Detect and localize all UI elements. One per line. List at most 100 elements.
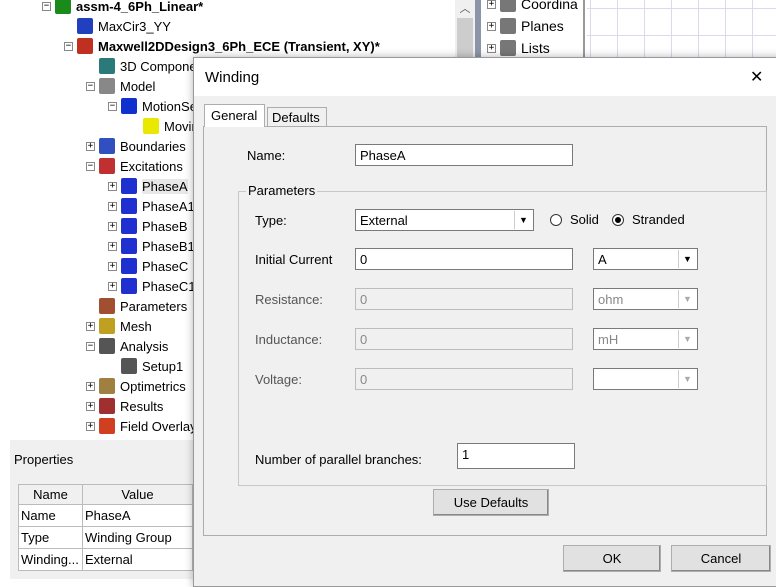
tree-node-icon — [99, 378, 115, 394]
voltage-label: Voltage: — [255, 372, 302, 387]
chevron-down-icon[interactable]: ▼ — [678, 250, 696, 268]
solid-radio[interactable] — [550, 214, 562, 226]
tree-item-label: PhaseB1 — [142, 238, 195, 254]
expand-icon[interactable]: + — [487, 21, 496, 31]
tab-defaults[interactable]: Defaults — [267, 107, 327, 127]
tab-general[interactable]: General — [204, 104, 265, 127]
tree-item[interactable]: + PhaseB — [108, 216, 188, 236]
tree-node-icon — [121, 358, 137, 374]
tree-item[interactable]: + Field Overlays — [86, 416, 203, 436]
tree-item[interactable]: − Maxwell2DDesign3_6Ph_ECE (Transient, XY… — [64, 36, 380, 56]
history-tree-item[interactable]: + Planes — [487, 16, 564, 36]
branches-input[interactable]: 1 — [457, 443, 575, 469]
voltage-input: 0 — [355, 368, 573, 390]
expand-icon[interactable]: + — [86, 321, 95, 331]
unit-value: mH — [598, 332, 619, 347]
initial-current-unit-select[interactable]: A ▼ — [593, 248, 698, 270]
tree-item[interactable]: + PhaseA — [108, 176, 188, 196]
collapse-icon[interactable]: − — [42, 1, 51, 11]
expand-icon[interactable]: + — [86, 141, 95, 151]
tree-item[interactable]: + PhaseC1 — [108, 276, 195, 296]
expand-icon[interactable]: + — [487, 43, 496, 53]
tree-node-icon — [99, 78, 115, 94]
tree-item[interactable]: + PhaseC — [108, 256, 188, 276]
table-cell: External — [82, 548, 193, 571]
expand-icon[interactable]: + — [108, 221, 117, 231]
collapse-icon[interactable]: − — [86, 341, 95, 351]
resistance-unit-select: ohm ▼ — [593, 288, 698, 310]
tree-item[interactable]: + Results — [86, 396, 163, 416]
tree-item-label: Excitations — [120, 158, 183, 174]
use-defaults-button[interactable]: Use Defaults — [433, 489, 549, 516]
history-tree-item[interactable]: + Coordina — [487, 0, 578, 14]
close-icon[interactable]: ✕ — [750, 67, 763, 87]
collapse-icon[interactable]: − — [86, 81, 95, 91]
scroll-up-icon[interactable]: ︿ — [455, 0, 475, 16]
collapse-icon[interactable]: − — [108, 101, 117, 111]
tree-item-label: Field Overlays — [120, 418, 204, 434]
type-select[interactable]: External ▼ — [355, 209, 534, 231]
ok-button[interactable]: OK — [563, 545, 661, 572]
initial-current-input[interactable]: 0 — [355, 248, 573, 270]
modeler-grid[interactable] — [587, 0, 776, 60]
tree-item[interactable]: − Excitations — [86, 156, 183, 176]
collapse-icon[interactable]: − — [86, 161, 95, 171]
inductance-input: 0 — [355, 328, 573, 350]
solid-label[interactable]: Solid — [570, 212, 599, 227]
cancel-button[interactable]: Cancel — [671, 545, 771, 572]
tree-item[interactable]: + Boundaries — [86, 136, 186, 156]
tree-item[interactable]: MaxCir3_YY — [64, 16, 171, 36]
stranded-radio[interactable] — [612, 214, 624, 226]
tree-item[interactable]: Parameters — [86, 296, 187, 316]
tree-item[interactable]: Setup1 — [108, 356, 183, 376]
expand-icon[interactable]: + — [108, 241, 117, 251]
tree-item-label: Parameters — [120, 298, 188, 314]
properties-header-row: Name Value — [18, 484, 193, 505]
tree-item[interactable]: + PhaseB1 — [108, 236, 195, 256]
type-value: External — [360, 213, 408, 228]
tree-item-label: Model — [120, 78, 156, 94]
expand-icon[interactable]: + — [108, 181, 117, 191]
name-input[interactable]: PhaseA — [355, 144, 573, 166]
tree-item[interactable]: − Model — [86, 76, 155, 96]
chevron-down-icon: ▼ — [678, 370, 696, 388]
tree-item-label: Boundaries — [120, 138, 186, 154]
tree-node-icon — [121, 278, 137, 294]
table-cell: Winding... — [18, 548, 83, 571]
tree-item-label: Coordina — [521, 0, 578, 12]
table-row[interactable]: Type Winding Group — [18, 526, 193, 549]
tree-item[interactable]: − assm-4_6Ph_Linear* — [42, 0, 203, 16]
resistance-input: 0 — [355, 288, 573, 310]
table-row[interactable]: Name PhaseA — [18, 504, 193, 527]
properties-table: Name Value Name PhaseA Type Winding Group Wind… — [18, 484, 193, 571]
unit-value: ohm — [598, 292, 624, 307]
tree-item-label: PhaseA1 — [142, 198, 195, 214]
dialog-titlebar: Winding ✕ — [194, 58, 776, 96]
history-tree-item[interactable]: + Lists — [487, 38, 550, 58]
tree-item[interactable]: + Optimetrics — [86, 376, 186, 396]
collapse-icon[interactable]: − — [64, 41, 73, 51]
dialog-title: Winding — [205, 69, 260, 86]
tree-item[interactable]: + PhaseA1 — [108, 196, 195, 216]
tree-node-icon — [121, 98, 137, 114]
branches-label: Number of parallel branches: — [255, 452, 422, 467]
chevron-down-icon[interactable]: ▼ — [514, 211, 532, 229]
expand-icon[interactable]: + — [108, 201, 117, 211]
expand-icon[interactable]: + — [108, 281, 117, 291]
expand-icon[interactable]: + — [86, 401, 95, 411]
tree-item-label: Planes — [521, 18, 564, 34]
tree-item[interactable]: − Analysis — [86, 336, 168, 356]
table-row[interactable]: Winding... External — [18, 548, 193, 571]
tree-item[interactable]: + Mesh — [86, 316, 152, 336]
column-header[interactable]: Name — [18, 484, 83, 505]
stranded-label[interactable]: Stranded — [632, 212, 685, 227]
expand-icon[interactable]: + — [487, 0, 496, 9]
tree-node-icon — [99, 338, 115, 354]
expand-icon[interactable]: + — [108, 261, 117, 271]
tree-node-icon — [143, 118, 159, 134]
tree-item-label: PhaseB — [142, 218, 188, 234]
expand-icon[interactable]: + — [86, 381, 95, 391]
expand-icon[interactable]: + — [86, 421, 95, 431]
voltage-unit-select: ▼ — [593, 368, 698, 390]
column-header[interactable]: Value — [82, 484, 193, 505]
